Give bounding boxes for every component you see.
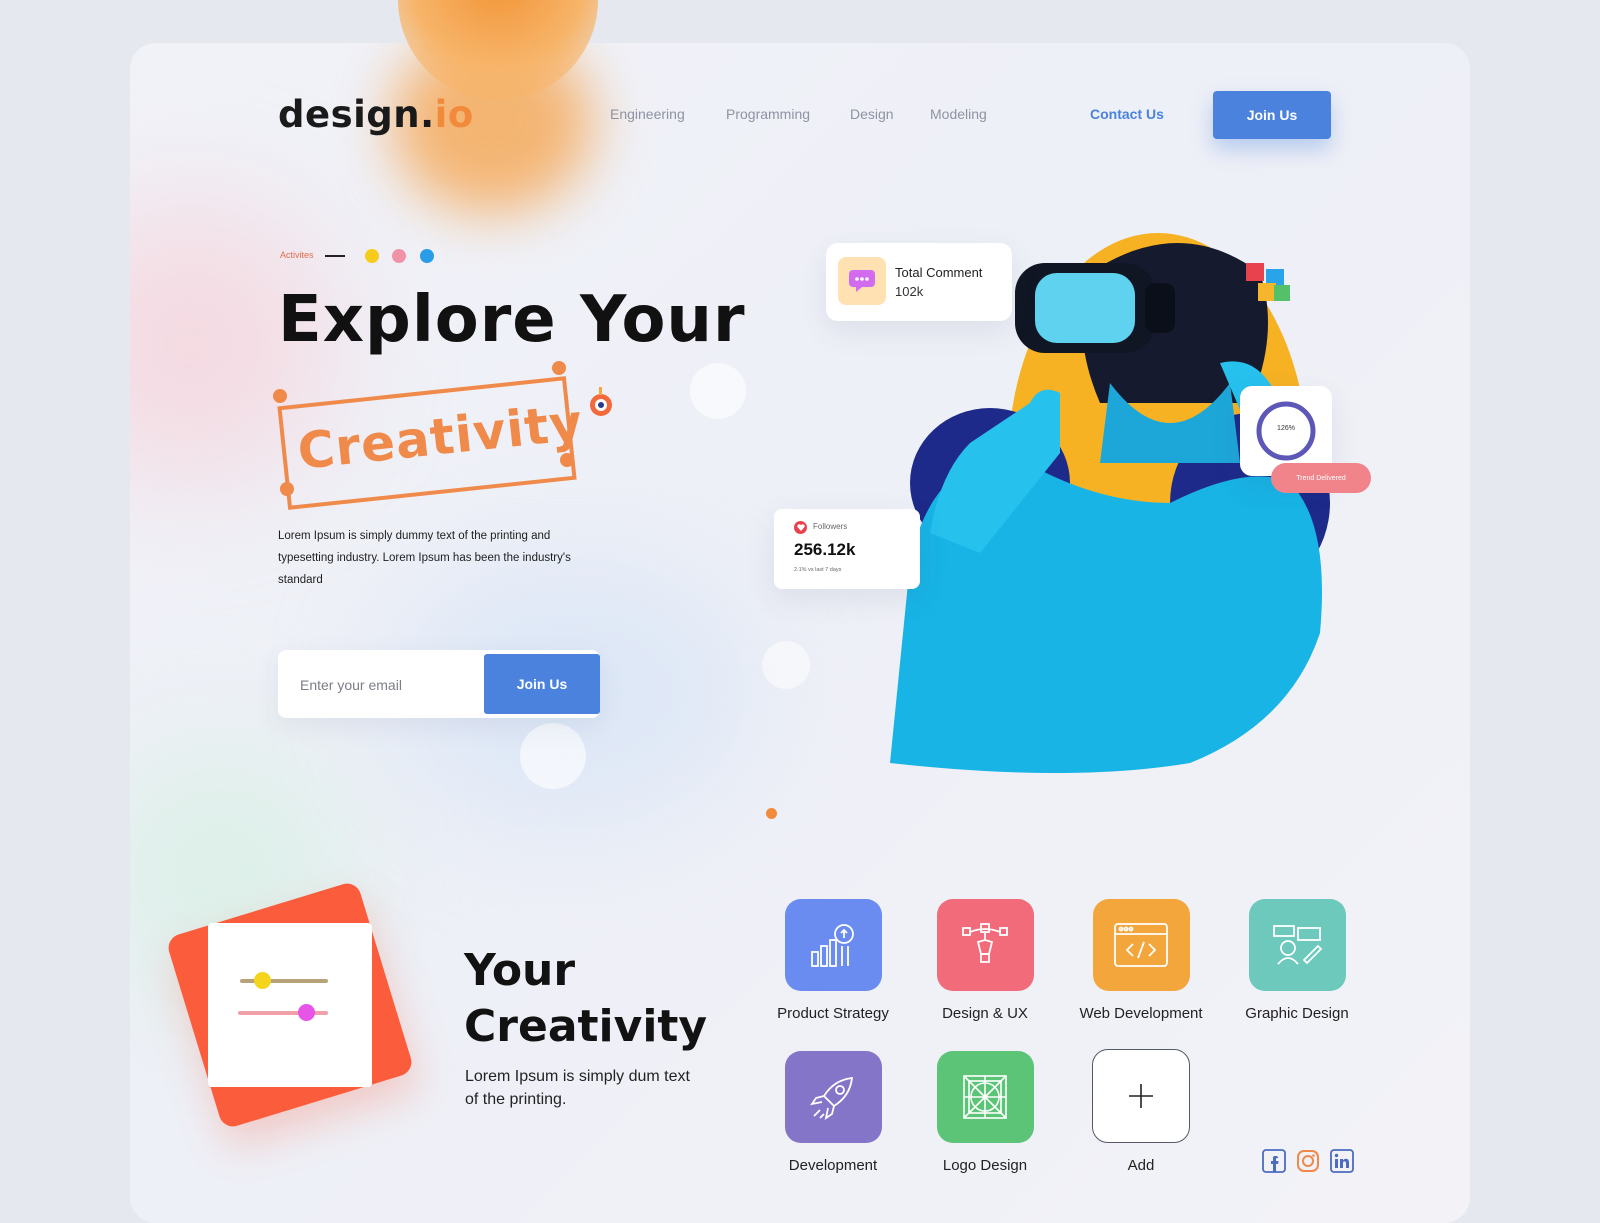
orange-dot — [766, 808, 777, 819]
total-comment-title: Total Comment — [895, 265, 983, 280]
join-button-email[interactable]: Join Us — [484, 654, 600, 714]
puzzle-icon — [1246, 263, 1290, 301]
decorative-orb — [762, 641, 810, 689]
instagram-icon[interactable] — [1296, 1149, 1320, 1173]
section-title: Your Creativity — [464, 943, 707, 1055]
followers-label: Followers — [813, 522, 848, 531]
trend-badge: Trend Delivered — [1271, 463, 1371, 493]
plus-icon — [1092, 1049, 1190, 1143]
brand-logo[interactable]: design.io — [278, 93, 474, 136]
trend-percent: 126% — [1277, 425, 1295, 432]
facebook-icon[interactable] — [1262, 1149, 1286, 1173]
service-label: Design & UX — [942, 1005, 1028, 1022]
service-label: Web Development — [1079, 1005, 1203, 1022]
service-graphic-design[interactable]: Graphic Design — [1232, 899, 1362, 1022]
service-product-strategy[interactable]: Product Strategy — [768, 899, 898, 1022]
yellow-dot — [365, 249, 379, 263]
settings-card-inner — [208, 923, 372, 1087]
brand-suffix: io — [434, 93, 474, 136]
divider — [325, 255, 345, 257]
nav-modeling[interactable]: Modeling — [930, 106, 987, 122]
section-title-line1: Your — [464, 945, 576, 996]
chart-growth-icon — [784, 899, 882, 991]
service-web-development[interactable]: Web Development — [1076, 899, 1206, 1022]
linkedin-icon[interactable] — [1330, 1149, 1354, 1173]
service-label: Add — [1127, 1157, 1155, 1174]
heart-icon — [794, 521, 807, 534]
decorative-orb — [520, 723, 586, 789]
landing-page-card: design.io Engineering Programming Design… — [130, 43, 1470, 1223]
logo-grid-icon — [936, 1051, 1034, 1143]
pen-tool-icon — [936, 899, 1034, 991]
followers-card: Followers 256.12k 2.1% vs last 7 days — [774, 509, 920, 589]
design-board-icon — [1248, 899, 1346, 991]
service-label: Development — [788, 1157, 878, 1174]
email-field[interactable] — [298, 670, 482, 700]
total-comment-card: Total Comment 102k — [826, 243, 1012, 321]
blue-dot — [420, 249, 434, 263]
nav-engineering[interactable]: Engineering — [610, 106, 685, 122]
join-button-header[interactable]: Join Us — [1213, 91, 1331, 139]
target-icon — [586, 383, 616, 424]
brand-name: design. — [278, 93, 435, 136]
service-label: Logo Design — [942, 1157, 1028, 1174]
nav-programming[interactable]: Programming — [726, 106, 810, 122]
service-design-ux[interactable]: Design & UX — [920, 899, 1050, 1022]
hero-description: Lorem Ipsum is simply dummy text of the … — [278, 530, 571, 586]
pink-dot — [392, 249, 406, 263]
contact-link[interactable]: Contact Us — [1090, 106, 1164, 122]
code-window-icon — [1092, 899, 1190, 991]
section-title-line2: Creativity — [464, 1001, 708, 1052]
frame-handle — [273, 389, 287, 403]
decorative-orb — [690, 363, 746, 419]
slider-handle[interactable] — [254, 972, 271, 989]
chat-bubble-icon — [838, 257, 886, 305]
followers-change: 2.1% vs last 7 days — [794, 567, 842, 573]
service-logo-design[interactable]: Logo Design — [920, 1051, 1050, 1174]
service-label: Graphic Design — [1245, 1005, 1349, 1022]
hero-title: Explore Your — [278, 283, 746, 357]
slider-handle[interactable] — [298, 1004, 315, 1021]
total-comment-value: 102k — [895, 284, 924, 299]
service-development[interactable]: Development — [768, 1051, 898, 1174]
email-signup-form: Join Us — [278, 650, 600, 718]
followers-value: 256.12k — [794, 540, 856, 559]
rocket-icon — [784, 1051, 882, 1143]
service-label: Product Strategy — [777, 1005, 889, 1022]
frame-handle — [280, 482, 294, 496]
section-description: Lorem Ipsum is simply dum text of the pr… — [465, 1068, 690, 1108]
nav-design[interactable]: Design — [850, 106, 894, 122]
frame-handle — [552, 361, 566, 375]
add-service-button[interactable]: Add — [1076, 1049, 1206, 1174]
frame-handle — [560, 453, 574, 467]
activities-label: Activites — [280, 250, 314, 260]
